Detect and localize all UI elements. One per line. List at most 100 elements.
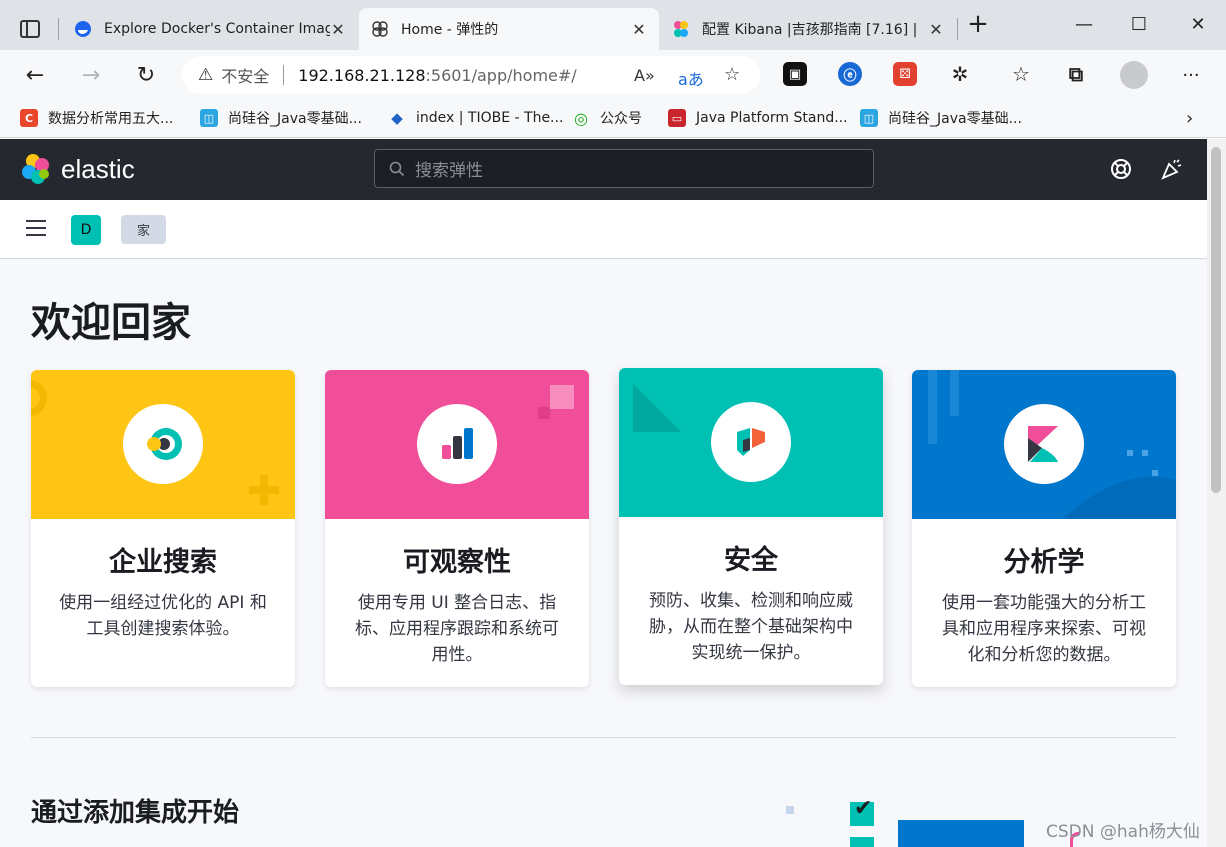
warning-triangle-icon: ⚠ (198, 65, 214, 85)
bookmark-item[interactable]: ◫ 尚硅谷_Java零基础... (860, 108, 1022, 128)
bookmark-label: Java Platform Stand... (696, 110, 848, 126)
reload-icon[interactable]: ↻ (131, 60, 161, 90)
favorites-icon[interactable]: ☆ (1009, 62, 1033, 86)
breadcrumb[interactable]: 家 (121, 215, 166, 244)
tab-docker[interactable]: Explore Docker's Container Imag ✕ (62, 8, 358, 50)
bookmark-label: 数据分析常用五大... (48, 111, 174, 127)
card-icon-circle (417, 404, 497, 484)
page-scrollbar[interactable] (1207, 139, 1226, 847)
browser-tab-strip: Explore Docker's Container Imag ✕ Home -… (0, 0, 1226, 50)
bookmark-item[interactable]: C 数据分析常用五大... (20, 108, 173, 128)
url-host: 192.168.21.128 (298, 65, 426, 85)
home-page-content: 欢迎回家 企业搜索 使用一组经过优化的 API 和工具创建搜索体验。 可观察性 … (0, 260, 1207, 847)
illustration-panel (898, 820, 1024, 847)
illustration-dot (786, 806, 794, 814)
bookmark-item[interactable]: ▭ Java Platform Stand... (668, 108, 848, 128)
space-avatar[interactable]: D (71, 215, 101, 245)
oracle-favicon-icon: ▭ (668, 109, 686, 127)
search-icon (389, 161, 405, 176)
minimize-button[interactable]: — (1072, 12, 1096, 36)
profile-avatar[interactable] (1120, 61, 1148, 89)
solution-card-security[interactable]: 安全 预防、收集、检测和响应威胁，从而在整个基础架构中实现统一保护。 (619, 368, 883, 685)
favorite-star-icon[interactable]: ☆ (724, 64, 740, 85)
news-feed-cheer-icon[interactable] (1160, 157, 1184, 181)
solution-card-enterprise-search[interactable]: 企业搜索 使用一组经过优化的 API 和工具创建搜索体验。 (31, 370, 295, 687)
card-icon-circle (711, 402, 791, 482)
card-icon-circle (1004, 404, 1084, 484)
global-search-input[interactable]: 搜索弹性 (374, 149, 874, 188)
tab-actions-icon[interactable] (20, 20, 40, 38)
extension-edge-icon[interactable]: ⓔ (838, 62, 862, 86)
bookmarks-bar: C 数据分析常用五大... ◫ 尚硅谷_Java零基础... ◆ index |… (0, 100, 1226, 138)
tab-kibana-config[interactable]: 配置 Kibana |吉孩那指南 [7.16] | ✕ (660, 8, 956, 50)
elastic-logo-icon[interactable] (20, 153, 52, 185)
browser-toolbar: ← → ↻ ⚠ 不安全 192.168.21.128:5601/app/home… (0, 50, 1226, 134)
tab-kibana-home[interactable]: Home - 弹性的 ✕ (359, 8, 659, 50)
tab-title: Explore Docker's Container Imag (104, 21, 330, 37)
tiobe-favicon-icon: ◆ (391, 109, 403, 127)
tab-title: Home - 弹性的 (401, 22, 499, 38)
analytics-kibana-icon (1028, 426, 1058, 462)
elastic-favicon-icon (674, 21, 688, 37)
url-path: :5601/app/home#/ (425, 65, 577, 85)
tab-close-icon[interactable]: ✕ (631, 20, 647, 39)
observability-icon (442, 428, 473, 459)
csdn-watermark: CSDN @hah杨大仙 (1046, 822, 1200, 842)
section-divider (31, 737, 1176, 738)
enterprise-search-icon (147, 428, 182, 460)
back-arrow-icon[interactable]: ← (20, 60, 50, 90)
bookmark-favicon-icon: C (20, 109, 38, 127)
bookmark-label: 公众号 (600, 111, 642, 127)
bookmark-item[interactable]: ◫ 尚硅谷_Java零基础... (200, 108, 362, 128)
tab-title: 配置 Kibana |吉孩那指南 [7.16] | (702, 22, 918, 38)
decor-dot (1142, 450, 1148, 456)
decor-plus (260, 475, 268, 505)
bookmark-item[interactable]: ◎ 公众号 (572, 108, 642, 128)
card-title: 企业搜索 (109, 547, 217, 578)
card-banner (325, 370, 589, 519)
checkmark-icon: ✔ (854, 796, 873, 821)
bookmark-item[interactable]: ◆ index | TIOBE - The... (388, 108, 563, 128)
solution-card-observability[interactable]: 可观察性 使用专用 UI 整合日志、指标、应用程序跟踪和系统可用性。 (325, 370, 589, 687)
brand-name[interactable]: elastic (61, 154, 135, 185)
card-banner (619, 368, 883, 517)
card-title: 可观察性 (403, 547, 511, 578)
tab-close-icon[interactable]: ✕ (928, 20, 944, 39)
read-aloud-icon[interactable]: A» (634, 66, 655, 85)
card-description: 使用专用 UI 整合日志、指标、应用程序跟踪和系统可用性。 (355, 593, 559, 665)
extensions-puzzle-icon[interactable]: ✲ (948, 62, 972, 86)
address-bar[interactable]: ⚠ 不安全 192.168.21.128:5601/app/home#/ A» … (182, 56, 760, 94)
search-placeholder: 搜索弹性 (415, 161, 483, 181)
kibana-header: elastic 搜索弹性 (0, 139, 1207, 200)
forward-arrow-icon[interactable]: → (76, 60, 106, 90)
extension-reader-icon[interactable]: ▣ (783, 62, 807, 86)
help-lifebuoy-icon[interactable] (1110, 158, 1132, 180)
tab-separator (957, 18, 958, 40)
tab-close-icon[interactable]: ✕ (330, 20, 346, 39)
card-icon-circle (123, 404, 203, 484)
scrollbar-thumb[interactable] (1211, 147, 1221, 493)
decor-bar (950, 370, 959, 416)
address-separator (283, 65, 285, 85)
illustration-checkbox (850, 837, 874, 847)
extension-dice-icon[interactable]: ⚄ (893, 62, 917, 86)
bookmark-label: index | TIOBE - The... (416, 110, 564, 126)
kibana-nav-bar: D 家 (0, 200, 1207, 259)
new-tab-button[interactable]: + (966, 9, 990, 39)
more-menu-icon[interactable]: ··· (1176, 60, 1206, 90)
decor-dot (1127, 450, 1133, 456)
bilibili-favicon-icon: ◫ (860, 109, 878, 127)
decor-dot (1152, 470, 1158, 476)
decor-arc (1062, 476, 1176, 519)
tab-separator (58, 18, 59, 40)
bookmarks-overflow-chevron-icon[interactable]: › (1186, 108, 1193, 129)
card-title: 安全 (724, 545, 778, 576)
solution-card-analytics[interactable]: 分析学 使用一套功能强大的分析工具和应用程序来探索、可视化和分析您的数据。 (912, 370, 1176, 687)
translate-icon[interactable]: aあ (678, 66, 704, 90)
decor-square (538, 407, 550, 419)
maximize-button[interactable]: ☐ (1127, 12, 1151, 36)
menu-hamburger-icon[interactable] (26, 220, 46, 236)
decor-bar (928, 370, 937, 444)
collections-icon[interactable]: ⧉ (1064, 62, 1088, 86)
window-close-button[interactable]: ✕ (1186, 12, 1210, 36)
